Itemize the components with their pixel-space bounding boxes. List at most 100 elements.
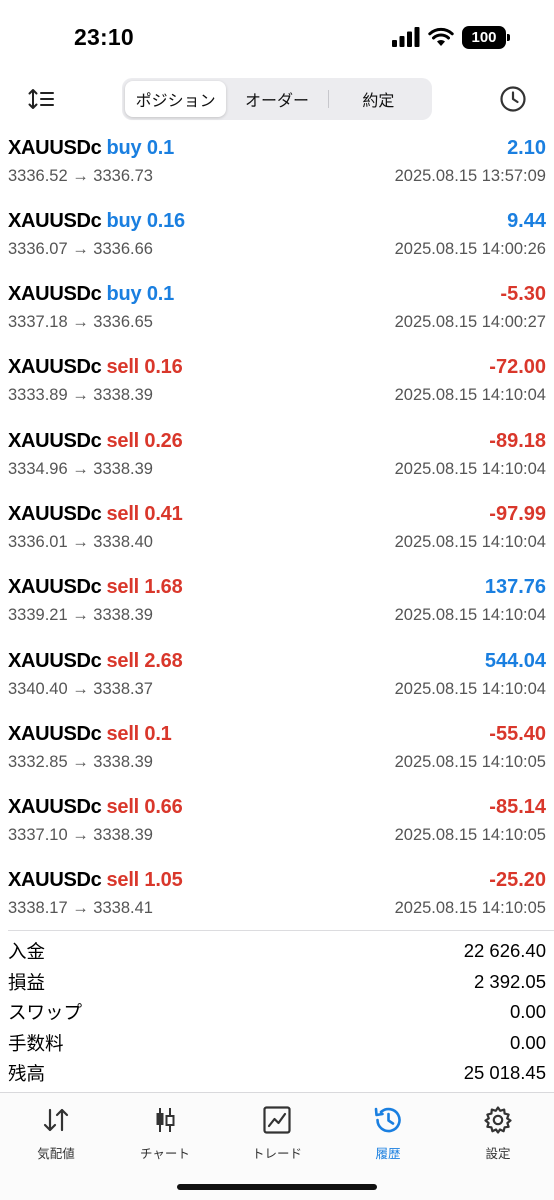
deal-symbol: XAUUSDc [8,576,102,599]
deal-row-top: XAUUSDc sell 0.41 -97.99 [8,500,546,528]
deal-profit: -85.14 [489,796,546,819]
tab-deals[interactable]: 約定 [327,81,429,117]
deal-row[interactable]: XAUUSDc buy 0.1 2.10 3336.52 → 3336.73 2025.… [0,128,554,201]
summary-row-commission: 手数料 0.00 [0,1028,554,1059]
deal-row-bottom: 3338.17 → 3338.41 2025.08.15 14:10:05 [8,897,546,921]
summary-divider [8,930,554,931]
deal-type: sell [106,722,140,745]
deal-row-bottom: 3333.89 → 3338.39 2025.08.15 14:10:04 [8,384,546,408]
deal-row-top: XAUUSDc sell 2.68 544.04 [8,647,546,675]
deal-title: XAUUSDc sell 0.16 [8,356,183,379]
deal-row-bottom: 3336.01 → 3338.40 2025.08.15 14:10:04 [8,530,546,554]
deal-profit: 2.10 [507,136,546,159]
deal-type: buy [106,283,142,306]
deal-symbol: XAUUSDc [8,283,102,306]
sort-button[interactable] [24,82,58,116]
deal-time: 2025.08.15 14:10:04 [394,679,546,698]
deal-row[interactable]: XAUUSDc buy 0.1 -5.30 3337.18 → 3336.65 2025… [0,275,554,348]
deal-row-bottom: 3334.96 → 3338.39 2025.08.15 14:10:04 [8,457,546,481]
deal-row[interactable]: XAUUSDc sell 0.66 -85.14 3337.10 → 3338.39 2… [0,788,554,861]
deal-profit: -25.20 [489,869,546,892]
summary-label: 入金 [8,941,46,963]
deal-action: sell 0.16 [106,356,182,378]
deal-profit: -55.40 [489,722,546,745]
deal-row-top: XAUUSDc sell 0.1 -55.40 [8,720,546,748]
deal-volume: 0.41 [144,502,183,525]
clock-icon [500,86,526,112]
deal-symbol: XAUUSDc [8,796,102,819]
home-indicator [177,1184,377,1190]
deal-time: 2025.08.15 14:10:05 [394,752,546,771]
tab-quotes[interactable]: 気配値 [6,1103,106,1162]
deal-row-top: XAUUSDc sell 0.26 -89.18 [8,427,546,455]
deal-row-top: XAUUSDc buy 0.1 -5.30 [8,281,546,309]
deal-prices: 3333.89 → 3338.39 [8,386,153,405]
summary-label: 残高 [8,1063,46,1085]
deal-title: XAUUSDc sell 0.66 [8,796,183,819]
period-button[interactable] [496,82,530,116]
deal-type: buy [106,209,142,232]
deal-row-bottom: 3340.40 → 3338.37 2025.08.15 14:10:04 [8,677,546,701]
deal-title: XAUUSDc buy 0.16 [8,210,185,233]
deal-row[interactable]: XAUUSDc sell 0.41 -97.99 3336.01 → 3338.40 2… [0,494,554,567]
summary-label: 手数料 [8,1032,64,1054]
deal-row-bottom: 3337.10 → 3338.39 2025.08.15 14:10:05 [8,824,546,848]
deal-type: sell [106,576,140,599]
deal-time: 2025.08.15 14:00:26 [394,239,546,258]
deal-profit: -5.30 [500,283,546,306]
deal-volume: 0.26 [144,429,183,452]
tab-positions[interactable]: ポジション [125,81,227,117]
deal-row[interactable]: XAUUSDc sell 0.16 -72.00 3333.89 → 3338.39 2… [0,348,554,421]
deal-row-top: XAUUSDc buy 0.16 9.44 [8,207,546,235]
deal-prices: 3340.40 → 3338.37 [8,679,153,698]
deals-list: XAUUSDc buy 0.1 2.10 3336.52 → 3336.73 2025.… [0,128,554,934]
tab-settings[interactable]: 設定 [448,1103,548,1162]
tab-history[interactable]: 履歴 [338,1103,438,1162]
deal-action: sell 1.05 [106,869,182,891]
deal-symbol: XAUUSDc [8,356,102,379]
gear-icon [484,1106,512,1134]
summary-label: 損益 [8,971,46,993]
deal-row[interactable]: XAUUSDc sell 2.68 544.04 3340.40 → 3338.37 2… [0,641,554,714]
deal-row[interactable]: XAUUSDc buy 0.16 9.44 3336.07 → 3336.66 2025… [0,201,554,274]
deal-symbol: XAUUSDc [8,429,102,452]
summary-row-swap: スワップ 0.00 [0,997,554,1028]
account-summary: 入金 22 626.40 損益 2 392.05 スワップ 0.00 手数料 0… [0,936,554,1089]
deal-volume: 1.68 [144,576,183,599]
deal-profit: 544.04 [484,649,546,672]
deal-row[interactable]: XAUUSDc sell 1.68 137.76 3339.21 → 3338.39 2… [0,568,554,641]
deal-prices: 3332.85 → 3338.39 [8,752,153,771]
deal-action: sell 0.1 [106,723,171,745]
deal-title: XAUUSDc sell 0.26 [8,430,183,453]
tab-label: 設定 [485,1147,511,1161]
deal-row[interactable]: XAUUSDc sell 0.26 -89.18 3334.96 → 3338.39 2… [0,421,554,494]
deal-symbol: XAUUSDc [8,869,102,892]
deal-volume: 0.1 [146,283,175,306]
deal-volume: 0.1 [146,136,175,159]
deal-row[interactable]: XAUUSDc sell 0.1 -55.40 3332.85 → 3338.39 20… [0,714,554,787]
cellular-signal-icon [392,27,420,47]
deal-time: 2025.08.15 14:10:04 [394,386,546,405]
deal-volume: 1.05 [144,869,183,892]
history-toolbar: ポジション オーダー 約定 [0,76,554,122]
deal-type: sell [106,356,140,379]
deal-prices: 3334.96 → 3338.39 [8,459,153,478]
deal-volume: 2.68 [144,649,183,672]
tab-orders[interactable]: オーダー [226,81,327,117]
deal-action: sell 0.41 [106,503,182,525]
tab-chart[interactable]: チャート [115,1103,215,1162]
summary-value: 0.00 [509,1031,546,1053]
deal-row[interactable]: XAUUSDc sell 1.05 -25.20 3338.17 → 3338.41 2… [0,861,554,934]
tab-trade[interactable]: トレード [227,1103,327,1162]
deal-row-top: XAUUSDc sell 1.68 137.76 [8,574,546,602]
summary-value: 2 392.05 [473,970,546,992]
deal-volume: 0.1 [144,722,172,745]
summary-label: スワップ [8,1002,83,1024]
deal-time: 2025.08.15 14:10:04 [394,532,546,551]
deal-action: sell 0.26 [106,430,182,452]
deal-prices: 3336.07 → 3336.66 [8,239,153,258]
deal-row-bottom: 3332.85 → 3338.39 2025.08.15 14:10:05 [8,750,546,774]
deal-title: XAUUSDc sell 0.41 [8,503,183,526]
trade-line-chart-icon [263,1106,291,1134]
deal-row-top: XAUUSDc sell 0.66 -85.14 [8,794,546,822]
